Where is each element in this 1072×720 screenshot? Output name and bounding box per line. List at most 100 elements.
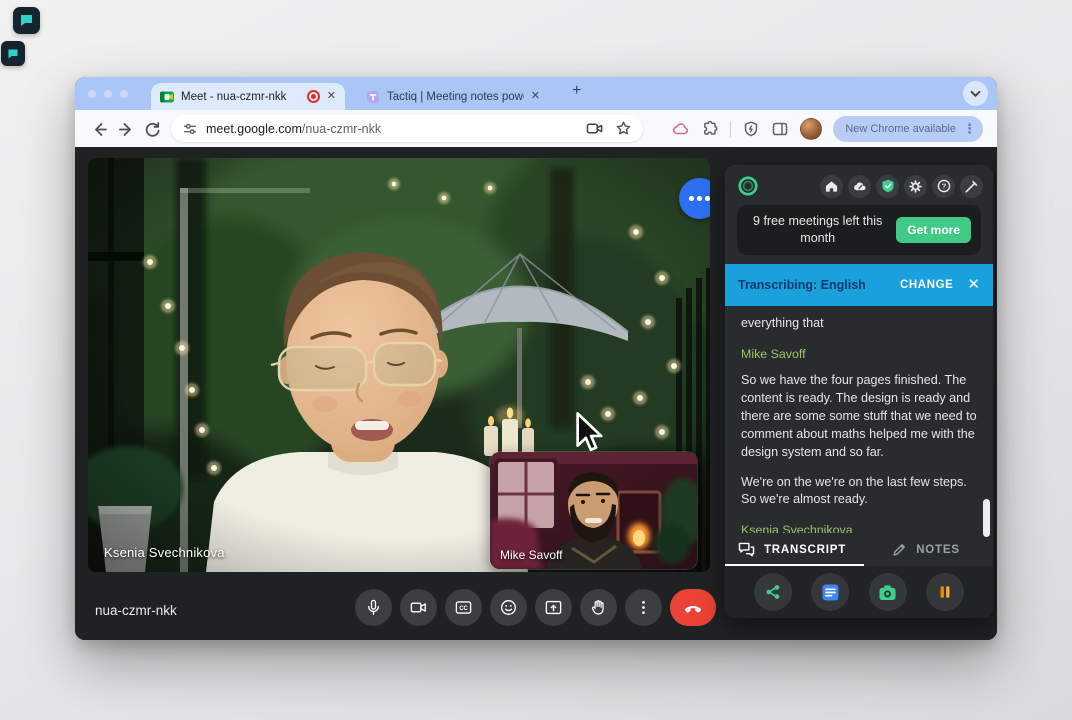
browser-menu-icon[interactable]: ⋮ bbox=[963, 122, 976, 135]
browser-window: Meet - nua-czmr-nkk ✕ Tactiq | Meeting n… bbox=[75, 77, 997, 640]
forward-button[interactable] bbox=[113, 116, 139, 142]
chrome-update-button[interactable]: New Chrome available ⋮ bbox=[833, 116, 983, 142]
get-more-button[interactable]: Get more bbox=[896, 217, 971, 243]
open-notes-button[interactable] bbox=[811, 573, 849, 611]
url-host: meet.google.com bbox=[206, 122, 302, 136]
settings-button[interactable] bbox=[904, 175, 927, 198]
captions-button[interactable]: CC bbox=[445, 589, 482, 626]
svg-text:CC: CC bbox=[459, 606, 468, 612]
pause-icon bbox=[937, 584, 953, 600]
document-icon bbox=[821, 583, 840, 602]
sidebar-scrollbar[interactable] bbox=[983, 499, 990, 537]
quota-text: 9 free meetings left this month bbox=[747, 213, 888, 247]
sidebar-actions bbox=[725, 566, 993, 618]
back-button[interactable] bbox=[87, 116, 113, 142]
more-options-button[interactable] bbox=[625, 589, 662, 626]
tab-transcript-label: TRANSCRIPT bbox=[764, 544, 846, 556]
forward-arrow-icon bbox=[117, 120, 135, 138]
pip-name-label: Mike Savoff bbox=[500, 548, 562, 562]
main-video-tile[interactable]: Ksenia Svechnikova bbox=[88, 158, 710, 572]
tactiq-favicon bbox=[366, 90, 380, 104]
change-language-button[interactable]: CHANGE bbox=[900, 279, 953, 291]
help-button[interactable]: ? bbox=[932, 175, 955, 198]
captions-icon: CC bbox=[454, 598, 473, 617]
share-icon bbox=[764, 583, 782, 601]
close-banner-icon[interactable]: ✕ bbox=[967, 277, 980, 292]
zoom-window-dot[interactable] bbox=[120, 90, 128, 98]
tab-strip: Meet - nua-czmr-nkk ✕ Tactiq | Meeting n… bbox=[75, 77, 997, 110]
minimize-window-dot[interactable] bbox=[104, 90, 112, 98]
share-button[interactable] bbox=[754, 573, 792, 611]
tactiq-header: ? bbox=[725, 165, 993, 201]
camera-button[interactable] bbox=[400, 589, 437, 626]
url-path: /nua-czmr-nkk bbox=[302, 122, 381, 136]
transcript-list[interactable]: everything that Mike Savoff So we have the… bbox=[725, 306, 993, 533]
chat-bubble-icon bbox=[6, 47, 20, 61]
chrome-update-label: New Chrome available bbox=[845, 123, 956, 135]
tab-meet[interactable]: Meet - nua-czmr-nkk ✕ bbox=[151, 83, 345, 110]
tab-notes[interactable]: NOTES bbox=[859, 533, 993, 566]
tab-title: Meet - nua-czmr-nkk bbox=[181, 91, 300, 103]
svg-text:?: ? bbox=[941, 182, 946, 191]
desktop: Meet - nua-czmr-nkk ✕ Tactiq | Meeting n… bbox=[0, 0, 1072, 720]
screenshot-button[interactable] bbox=[869, 573, 907, 611]
address-bar[interactable]: meet.google.com/nua-czmr-nkk bbox=[171, 115, 643, 142]
mic-button[interactable] bbox=[355, 589, 392, 626]
transcript-paragraph: everything that bbox=[741, 315, 977, 333]
recording-indicator-icon[interactable] bbox=[307, 90, 320, 103]
reactions-button[interactable] bbox=[490, 589, 527, 626]
transcribing-label: Transcribing: English bbox=[738, 278, 866, 292]
tab-notes-label: NOTES bbox=[916, 544, 960, 556]
window-controls[interactable] bbox=[88, 90, 128, 98]
transcript-chat-icon bbox=[738, 542, 755, 557]
tab-tactiq[interactable]: Tactiq | Meeting notes power ✕ bbox=[357, 83, 549, 110]
mouse-cursor bbox=[575, 411, 605, 453]
close-tab-icon[interactable]: ✕ bbox=[531, 91, 540, 102]
tab-transcript[interactable]: TRANSCRIPT bbox=[725, 533, 859, 566]
chat-bubble-icon bbox=[18, 12, 35, 29]
cloud-extension-icon[interactable] bbox=[672, 120, 690, 137]
home-button[interactable] bbox=[820, 175, 843, 198]
url-text[interactable]: meet.google.com/nua-czmr-nkk bbox=[206, 122, 578, 136]
site-settings-icon[interactable] bbox=[182, 121, 198, 137]
desktop-chat-chip[interactable] bbox=[13, 7, 40, 34]
home-icon bbox=[825, 180, 838, 193]
transcript-speaker: Ksenia Svechnikova bbox=[741, 522, 977, 533]
new-tab-button[interactable]: + bbox=[572, 82, 581, 100]
close-tab-icon[interactable]: ✕ bbox=[327, 91, 336, 102]
camera-media-icon[interactable] bbox=[586, 121, 603, 136]
reload-icon bbox=[143, 120, 161, 138]
active-tab-underline bbox=[725, 564, 864, 566]
transcribing-banner: Transcribing: English CHANGE ✕ bbox=[725, 264, 993, 306]
meeting-code-label: nua-czmr-nkk bbox=[95, 603, 177, 618]
gear-icon bbox=[909, 180, 922, 193]
tab-search-button[interactable] bbox=[963, 81, 988, 106]
end-call-icon bbox=[682, 597, 704, 619]
cloud-icon bbox=[853, 180, 866, 193]
reload-button[interactable] bbox=[139, 116, 165, 142]
bookmark-star-icon[interactable] bbox=[615, 120, 632, 137]
transcript-paragraph: So we have the four pages finished. The … bbox=[741, 372, 977, 461]
cloud-sync-button[interactable] bbox=[848, 175, 871, 198]
pause-transcription-button[interactable] bbox=[926, 573, 964, 611]
transcript-paragraph: We're on the we're on the last few steps… bbox=[741, 474, 977, 510]
tactiq-sidebar: ? 9 free meetings bbox=[725, 165, 993, 618]
raise-hand-button[interactable] bbox=[580, 589, 617, 626]
close-window-dot[interactable] bbox=[88, 90, 96, 98]
present-button[interactable] bbox=[535, 589, 572, 626]
profile-avatar[interactable] bbox=[800, 118, 822, 140]
desktop-chat-chip-secondary[interactable] bbox=[1, 41, 25, 66]
side-panel-icon[interactable] bbox=[771, 120, 789, 138]
pencil-icon bbox=[892, 542, 907, 557]
shield-check-icon bbox=[881, 179, 895, 193]
transcript-speaker: Mike Savoff bbox=[741, 346, 977, 364]
videocam-icon bbox=[409, 598, 428, 617]
help-icon: ? bbox=[937, 179, 951, 193]
end-call-button[interactable] bbox=[670, 589, 716, 626]
privacy-shield-button[interactable] bbox=[876, 175, 899, 198]
pin-button[interactable] bbox=[960, 175, 983, 198]
pip-video-tile[interactable]: Mike Savoff bbox=[490, 452, 697, 569]
privacy-shield-icon[interactable] bbox=[742, 120, 760, 138]
tactiq-logo-icon bbox=[737, 175, 759, 197]
extensions-puzzle-icon[interactable] bbox=[701, 120, 719, 138]
